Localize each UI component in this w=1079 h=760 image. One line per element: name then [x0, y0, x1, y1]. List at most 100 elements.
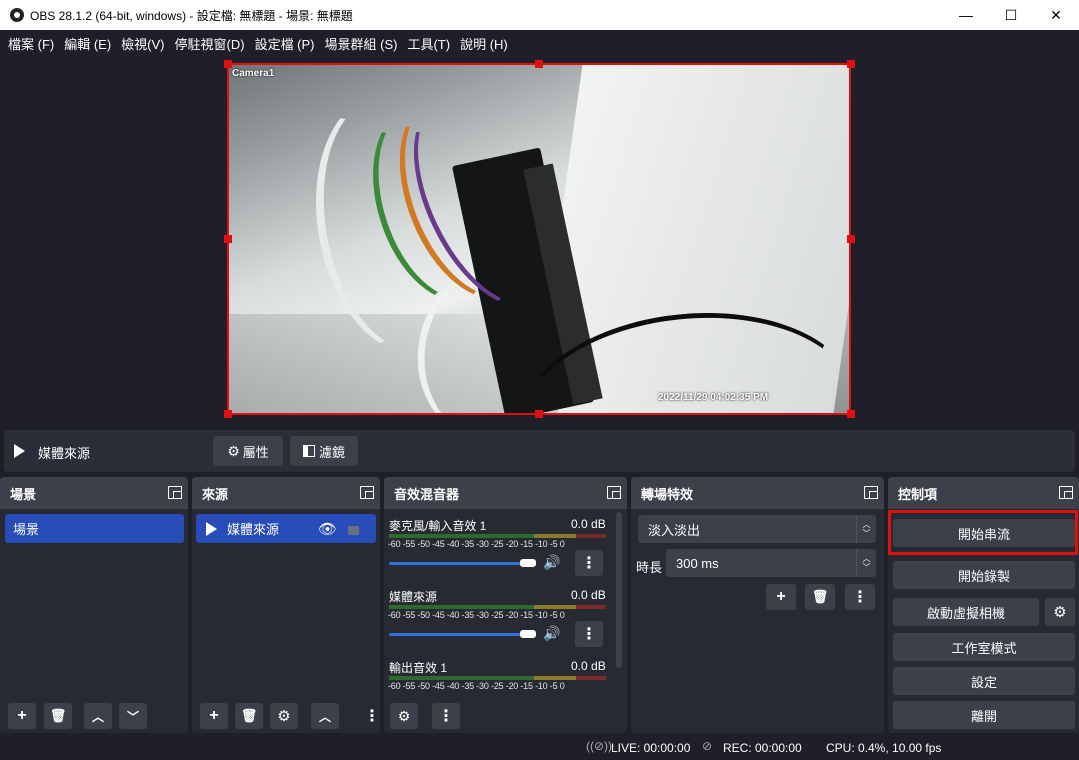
scene-up-button[interactable]: ︿ [84, 703, 112, 729]
remove-source-button[interactable]: 🗑 [235, 703, 263, 729]
mixer-scrollbar[interactable] [616, 512, 622, 668]
volume-slider-handle[interactable] [520, 559, 536, 567]
transition-more-button[interactable]: ⋮ [845, 584, 875, 610]
add-transition-button[interactable]: + [766, 584, 796, 610]
menu-edit[interactable]: 編輯 (E) [59, 34, 116, 53]
camera-label: Camera1 [232, 68, 275, 79]
live-time: LIVE: 00:00:00 [611, 741, 691, 755]
start-recording-button[interactable]: 開始錄製 [893, 561, 1075, 589]
plus-icon: + [776, 588, 786, 605]
rec-icon: ⊘ [702, 739, 713, 753]
speaker-icon[interactable]: 🔊 [543, 625, 560, 642]
source-more-icon[interactable]: ⋮ [364, 706, 380, 726]
resize-handle-tr[interactable] [847, 60, 855, 68]
scene-item[interactable]: 場景 [5, 514, 184, 543]
title-bar: OBS 28.1.2 (64-bit, windows) - 設定檔: 無標題 … [0, 0, 1079, 30]
duration-input[interactable]: 300 ms ︿ ﹀ [666, 549, 876, 577]
properties-button[interactable]: ⚙ 屬性 [213, 436, 283, 466]
start-virtual-camera-button[interactable]: 啟動虛擬相機 [893, 598, 1039, 626]
mixer-advanced-button[interactable]: ⚙ [390, 703, 418, 729]
menu-profile[interactable]: 設定檔 (P) [250, 34, 320, 53]
studio-mode-button[interactable]: 工作室模式 [893, 633, 1075, 661]
trash-icon: 🗑 [49, 708, 67, 723]
transition-select-value: 淡入淡出 [648, 522, 701, 538]
scene-down-button[interactable]: ﹀ [119, 703, 147, 729]
start-streaming-button[interactable]: 開始串流 [893, 519, 1075, 547]
volume-slider[interactable] [389, 562, 524, 565]
menu-view[interactable]: 檢視(V) [116, 34, 169, 53]
chevron-up-icon: ︿ [91, 709, 104, 724]
chevron-up-icon: ︿ [318, 709, 331, 724]
menu-bar: 檔案 (F) 編輯 (E) 檢視(V) 停駐視窗(D) 設定檔 (P) 場景群組… [0, 30, 1079, 56]
source-item[interactable]: 媒體來源 👁 [196, 514, 376, 543]
volume-slider[interactable] [389, 633, 524, 636]
live-signal-icon: ((⊘)) [586, 739, 613, 753]
filters-button[interactable]: 濾鏡 [290, 436, 358, 466]
source-item-label: 媒體來源 [227, 522, 280, 537]
scenes-title: 場景 [0, 477, 188, 509]
undock-icon[interactable] [864, 486, 878, 499]
undock-icon[interactable] [607, 486, 621, 499]
cpu-fps: CPU: 0.4%, 10.00 fps [826, 741, 942, 755]
menu-scene-collection[interactable]: 場景群組 (S) [320, 34, 403, 53]
exit-button[interactable]: 離開 [893, 701, 1075, 729]
visibility-eye-icon[interactable]: 👁 [318, 520, 337, 538]
channel-more-button[interactable]: ⋮ [575, 550, 603, 576]
resize-handle-tl[interactable] [224, 60, 232, 68]
spinner-icon[interactable]: ︿ ﹀ [856, 549, 876, 577]
current-source-name: 媒體來源 [38, 446, 91, 461]
sources-title: 來源 [192, 477, 380, 509]
menu-file[interactable]: 檔案 (F) [3, 34, 59, 53]
plus-icon: + [17, 707, 27, 724]
meter-green [389, 605, 534, 609]
settings-button[interactable]: 設定 [893, 667, 1075, 695]
rec-time: REC: 00:00:00 [723, 741, 802, 755]
maximize-button[interactable]: ☐ [988, 0, 1034, 30]
transitions-title-text: 轉場特效 [641, 486, 694, 502]
sources-title-text: 來源 [202, 486, 229, 502]
volume-slider-handle[interactable] [520, 630, 536, 638]
mixer-channel-name: 麥克風/輸入音效 1 [389, 519, 487, 533]
meter-scale: -60 -55 -50 -45 -40 -35 -30 -25 -20 -15 … [388, 610, 565, 620]
source-properties-button[interactable]: ⚙ [270, 703, 298, 729]
more-vertical-icon: ⋮ [581, 555, 597, 572]
speaker-icon[interactable]: 🔊 [543, 554, 560, 571]
lock-icon[interactable] [348, 526, 359, 535]
add-scene-button[interactable]: + [8, 703, 36, 729]
menu-help[interactable]: 說明 (H) [455, 34, 513, 53]
mixer-more-button[interactable]: ⋮ [432, 703, 460, 729]
status-bar: ((⊘)) LIVE: 00:00:00 ⊘ REC: 00:00:00 CPU… [0, 736, 1079, 760]
resize-handle-top[interactable] [535, 60, 543, 68]
menu-tools[interactable]: 工具(T) [402, 34, 455, 53]
undock-icon[interactable] [360, 486, 374, 499]
trash-icon: 🗑 [240, 708, 258, 723]
transition-select[interactable]: 淡入淡出 ︿ ﹀ [638, 515, 876, 543]
remove-transition-button[interactable]: 🗑 [805, 584, 835, 610]
mixer-channel-level: 0.0 dB [571, 517, 606, 531]
play-icon[interactable] [14, 444, 25, 458]
source-up-button[interactable]: ︿ [311, 703, 339, 729]
resize-handle-bl[interactable] [224, 410, 232, 418]
virtual-camera-settings-button[interactable]: ⚙ [1045, 598, 1075, 626]
resize-handle-br[interactable] [847, 410, 855, 418]
menu-docks[interactable]: 停駐視窗(D) [170, 34, 250, 53]
undock-icon[interactable] [168, 486, 182, 499]
resize-handle-right[interactable] [847, 235, 855, 243]
resize-handle-left[interactable] [224, 235, 232, 243]
trash-icon: 🗑 [811, 589, 829, 604]
properties-label: 屬性 [242, 444, 269, 460]
remove-scene-button[interactable]: 🗑 [44, 703, 72, 729]
close-button[interactable]: ✕ [1033, 0, 1079, 30]
undock-icon[interactable] [1059, 486, 1073, 499]
add-source-button[interactable]: + [200, 703, 228, 729]
camera-video[interactable]: Camera1 2022/11/29 04:02:35 PM [228, 64, 850, 414]
gears-icon: ⚙ [397, 707, 411, 724]
source-play-icon [206, 521, 217, 536]
duration-label: 時長 [636, 560, 663, 575]
obs-logo-icon [10, 8, 24, 22]
resize-handle-bottom[interactable] [535, 410, 543, 418]
mixer-title-text: 音效混音器 [394, 486, 460, 502]
channel-more-button[interactable]: ⋮ [575, 621, 603, 647]
meter-yellow [534, 676, 576, 680]
minimize-button[interactable]: — [943, 0, 989, 30]
